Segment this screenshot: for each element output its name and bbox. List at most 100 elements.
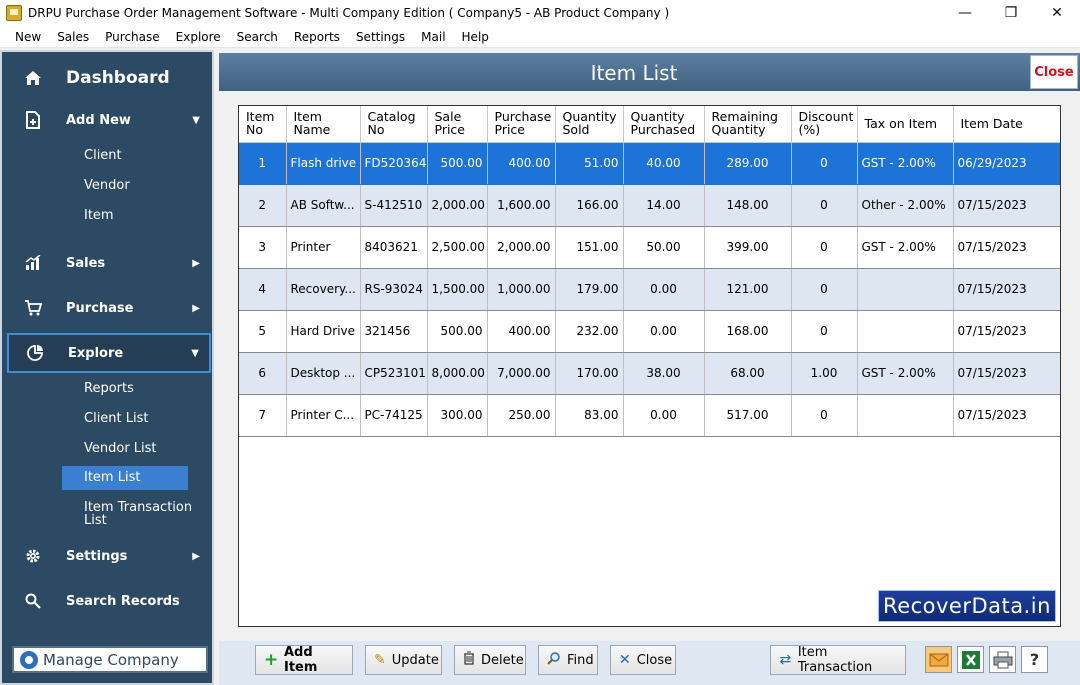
menu-settings[interactable]: Settings <box>348 30 413 44</box>
table-cell: 07/15/2023 <box>953 352 1060 395</box>
caret-right-icon: ▶ <box>192 302 200 314</box>
table-row[interactable]: 4 Recovery... RS-93024 1,500.00 1,000.00 179.… <box>239 268 1060 311</box>
menu-search[interactable]: Search <box>229 30 286 44</box>
chart-icon <box>20 255 46 271</box>
table-cell: PC-74125 <box>360 394 428 437</box>
menu-help[interactable]: Help <box>454 30 497 44</box>
column-header[interactable]: Tax on Item <box>857 106 954 143</box>
sidebar-subitem-client-list[interactable]: Client List <box>84 411 149 426</box>
watermark-logo: RecoverData.in <box>878 590 1056 622</box>
close-window-button[interactable]: ✕ <box>1034 0 1080 26</box>
table-row[interactable]: 6 Desktop ... CP523101 8,000.00 7,000.00 170.… <box>239 352 1060 395</box>
table-cell <box>857 268 954 311</box>
table-cell: 250.00 <box>487 394 556 437</box>
table-cell: 400.00 <box>487 142 556 185</box>
table-cell: 0.00 <box>623 268 705 311</box>
find-button[interactable]: Find <box>538 645 598 675</box>
column-header[interactable]: Catalog No <box>360 106 428 143</box>
close-button[interactable]: ✕ Close <box>610 645 676 675</box>
sidebar-item-dashboard[interactable]: Dashboard <box>20 61 210 95</box>
sidebar-subitem-item-list[interactable]: Item List <box>62 466 188 490</box>
sidebar-item-purchase[interactable]: Purchase ▶ <box>20 291 210 325</box>
column-header[interactable]: Purchase Price <box>487 106 556 143</box>
table-cell: 168.00 <box>704 310 792 353</box>
sidebar-item-label: Settings <box>66 548 128 564</box>
sidebar-subitem-vendor[interactable]: Vendor <box>84 178 130 193</box>
table-cell: S-412510 <box>360 184 428 227</box>
minimize-button[interactable]: — <box>942 0 988 26</box>
menu-new[interactable]: New <box>7 30 49 44</box>
manage-company-button[interactable]: Manage Company <box>12 646 208 673</box>
table-cell: 14.00 <box>623 184 705 227</box>
cart-icon <box>20 300 46 316</box>
item-transaction-button[interactable]: ⇄ Item Transaction <box>770 645 906 675</box>
table-cell: 0 <box>791 268 858 311</box>
table-cell: 2 <box>239 184 287 227</box>
caret-right-icon: ▶ <box>192 257 200 269</box>
table-cell: 0 <box>791 142 858 185</box>
menu-mail[interactable]: Mail <box>413 30 453 44</box>
table-row[interactable]: 5 Hard Drive 321456 500.00 400.00 232.00 0.00 1… <box>239 310 1060 353</box>
sidebar-subitem-reports[interactable]: Reports <box>84 381 134 396</box>
table-row[interactable]: 1 Flash drive FD520364 500.00 400.00 51.00 40.… <box>239 142 1060 185</box>
help-icon[interactable]: ? <box>1021 646 1048 673</box>
table-cell <box>857 310 954 353</box>
sidebar-subitem-item-transaction-list[interactable]: Item Transaction List <box>84 501 204 527</box>
delete-button[interactable]: Delete <box>454 645 526 675</box>
table-cell: 07/15/2023 <box>953 184 1060 227</box>
column-header[interactable]: Item Date <box>953 106 1060 143</box>
add-item-button[interactable]: + Add Item <box>255 645 353 675</box>
sidebar-subitem-item[interactable]: Item <box>84 208 114 223</box>
column-header[interactable]: Quantity Purchased <box>623 106 705 143</box>
table-row[interactable]: 2 AB Softw... S-412510 2,000.00 1,600.00 166.… <box>239 184 1060 227</box>
column-header[interactable]: Item No <box>239 106 287 143</box>
column-header[interactable]: Quantity Sold <box>555 106 624 143</box>
table-header-row: Item No Item Name Catalog No Sale Price Purc… <box>239 106 1060 143</box>
email-icon[interactable] <box>925 646 952 673</box>
home-icon <box>20 70 46 86</box>
manage-company-label: Manage Company <box>43 650 179 669</box>
table-cell: Hard Drive <box>286 310 361 353</box>
caret-down-icon: ▼ <box>191 347 199 359</box>
printer-icon[interactable] <box>989 646 1016 673</box>
table-row[interactable]: 3 Printer 8403621 2,500.00 2,000.00 151.00 50.… <box>239 226 1060 269</box>
table-cell: Printer <box>286 226 361 269</box>
table-cell: 0 <box>791 226 858 269</box>
maximize-button[interactable]: ❐ <box>988 0 1034 26</box>
title-bar: DRPU Purchase Order Management Software … <box>0 0 1080 26</box>
update-button[interactable]: ✎ Update <box>365 645 442 675</box>
window-controls: — ❐ ✕ <box>942 0 1080 26</box>
sidebar-item-settings[interactable]: Settings ▶ <box>20 539 210 573</box>
column-header[interactable]: Sale Price <box>427 106 488 143</box>
column-header[interactable]: Item Name <box>286 106 361 143</box>
table-cell: Printer C... <box>286 394 361 437</box>
item-list-table: Item No Item Name Catalog No Sale Price Purc… <box>238 105 1061 627</box>
excel-icon[interactable] <box>957 646 984 673</box>
sidebar-subitem-vendor-list[interactable]: Vendor List <box>84 441 157 456</box>
table-cell: 321456 <box>360 310 428 353</box>
close-icon: ✕ <box>619 652 631 668</box>
menu-explore[interactable]: Explore <box>168 30 229 44</box>
table-cell: 0 <box>791 184 858 227</box>
sidebar-item-label: Dashboard <box>66 68 170 88</box>
table-cell: 0.00 <box>623 310 705 353</box>
table-cell: Recovery... <box>286 268 361 311</box>
menu-purchase[interactable]: Purchase <box>97 30 168 44</box>
column-header[interactable]: Remaining Quantity <box>704 106 792 143</box>
close-page-button[interactable]: Close <box>1030 55 1078 89</box>
table-cell: 121.00 <box>704 268 792 311</box>
table-row[interactable]: 7 Printer C... PC-74125 300.00 250.00 83.00 0.… <box>239 394 1060 437</box>
sidebar-item-search-records[interactable]: Search Records <box>20 584 210 618</box>
table-cell: 166.00 <box>555 184 624 227</box>
menu-sales[interactable]: Sales <box>49 30 97 44</box>
table-cell: 1 <box>239 142 287 185</box>
column-header[interactable]: Discount (%) <box>791 106 858 143</box>
table-cell: 4 <box>239 268 287 311</box>
table-cell: Flash drive <box>286 142 361 185</box>
table-cell: 8,000.00 <box>427 352 488 395</box>
sidebar-item-explore[interactable]: Explore ▼ <box>7 333 211 373</box>
sidebar-item-sales[interactable]: Sales ▶ <box>20 246 210 280</box>
sidebar-subitem-client[interactable]: Client <box>84 148 122 163</box>
sidebar-item-add-new[interactable]: Add New ▼ <box>20 103 210 137</box>
menu-reports[interactable]: Reports <box>286 30 348 44</box>
